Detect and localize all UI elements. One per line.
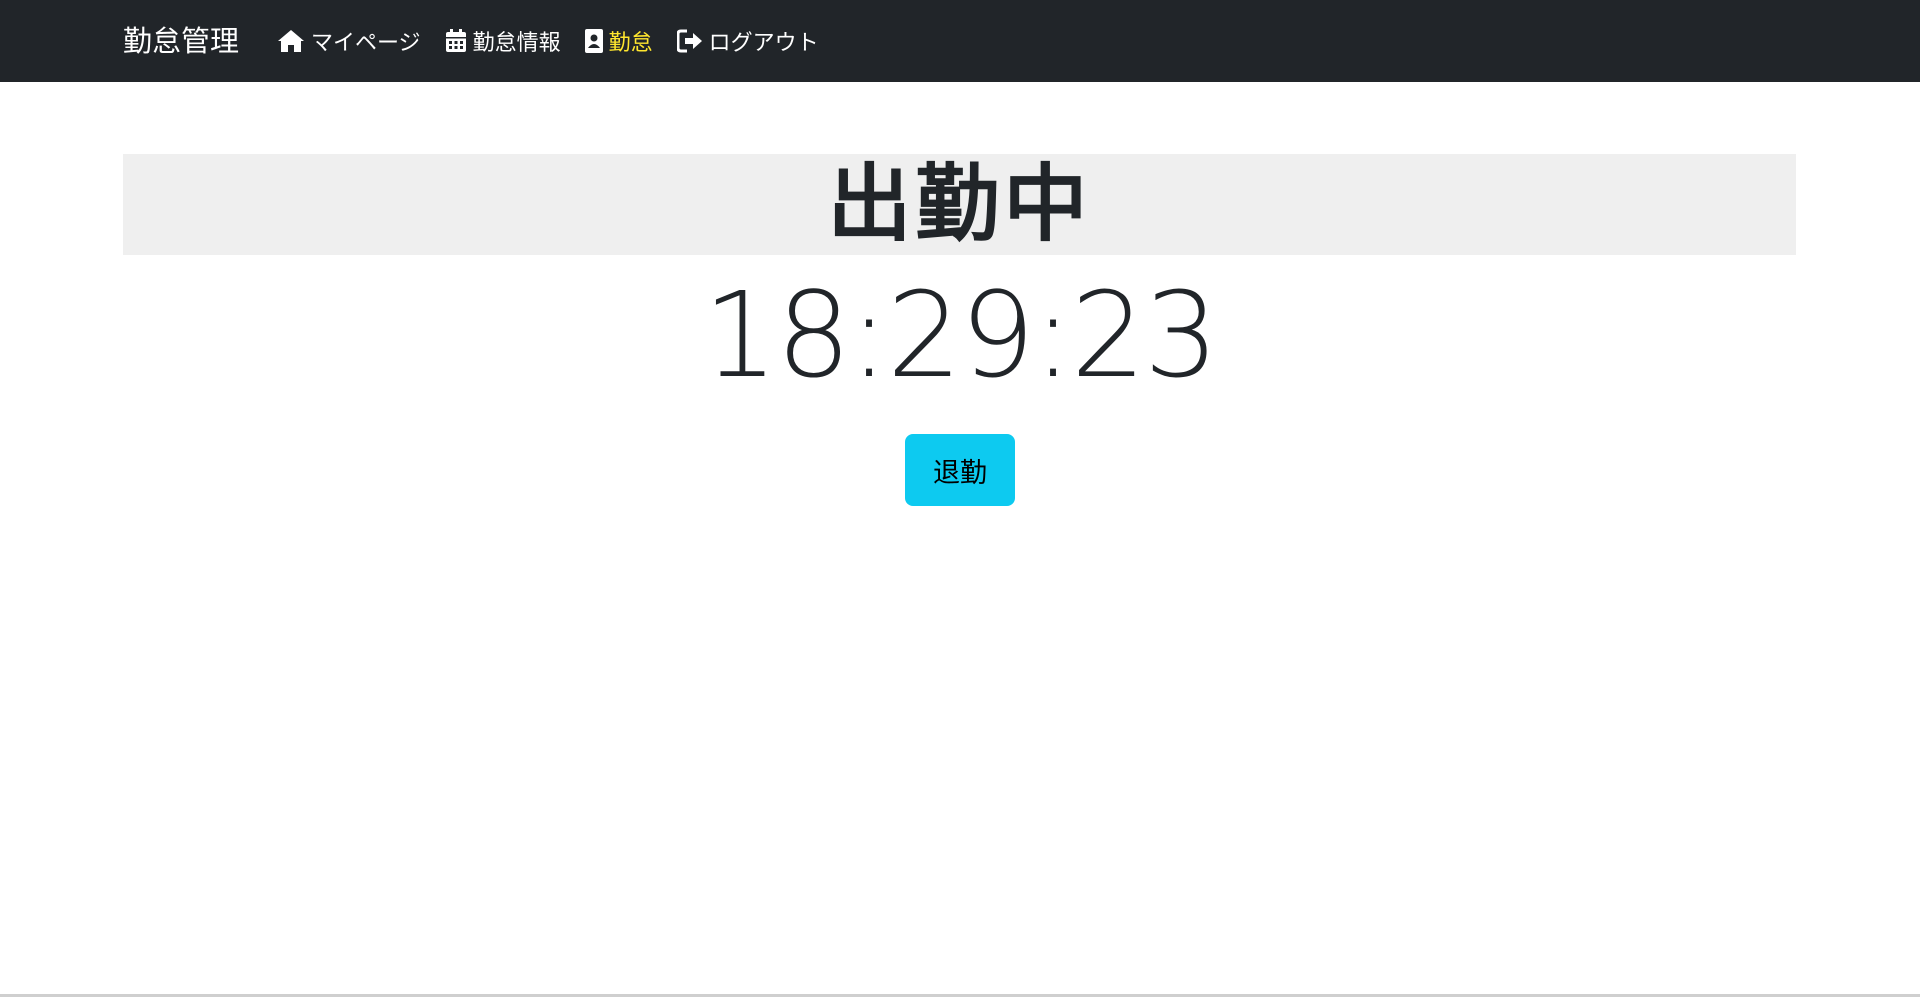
work-status-heading: 出勤中 — [827, 155, 1092, 253]
nav-item-label: 勤怠 — [608, 31, 653, 56]
brand-link[interactable]: 勤怠管理 — [123, 22, 239, 60]
nav-menu: マイページ 勤怠情報 勤怠 ログアウト — [277, 24, 843, 58]
nav-item-mypage[interactable]: マイページ — [277, 25, 421, 57]
calendar-icon — [445, 29, 467, 53]
top-navbar: 勤怠管理 マイページ 勤怠情報 勤怠 ログアウト — [0, 0, 1920, 82]
clock-out-button[interactable]: 退勤 — [905, 434, 1015, 506]
sign-out-icon — [676, 29, 703, 53]
status-banner: 出勤中 — [123, 154, 1796, 255]
nav-item-label: ログアウト — [708, 31, 819, 56]
current-time-clock: 18:29:23 — [703, 266, 1219, 404]
nav-item-attendance-info[interactable]: 勤怠情報 — [445, 25, 561, 57]
nav-item-label: 勤怠情報 — [472, 31, 561, 56]
nav-item-logout[interactable]: ログアウト — [676, 25, 819, 57]
nav-item-attendance[interactable]: 勤怠 — [584, 25, 653, 57]
id-badge-icon — [584, 29, 603, 53]
button-container: 退勤 — [0, 434, 1920, 506]
nav-item-label: マイページ — [311, 31, 421, 56]
home-icon — [277, 29, 305, 53]
